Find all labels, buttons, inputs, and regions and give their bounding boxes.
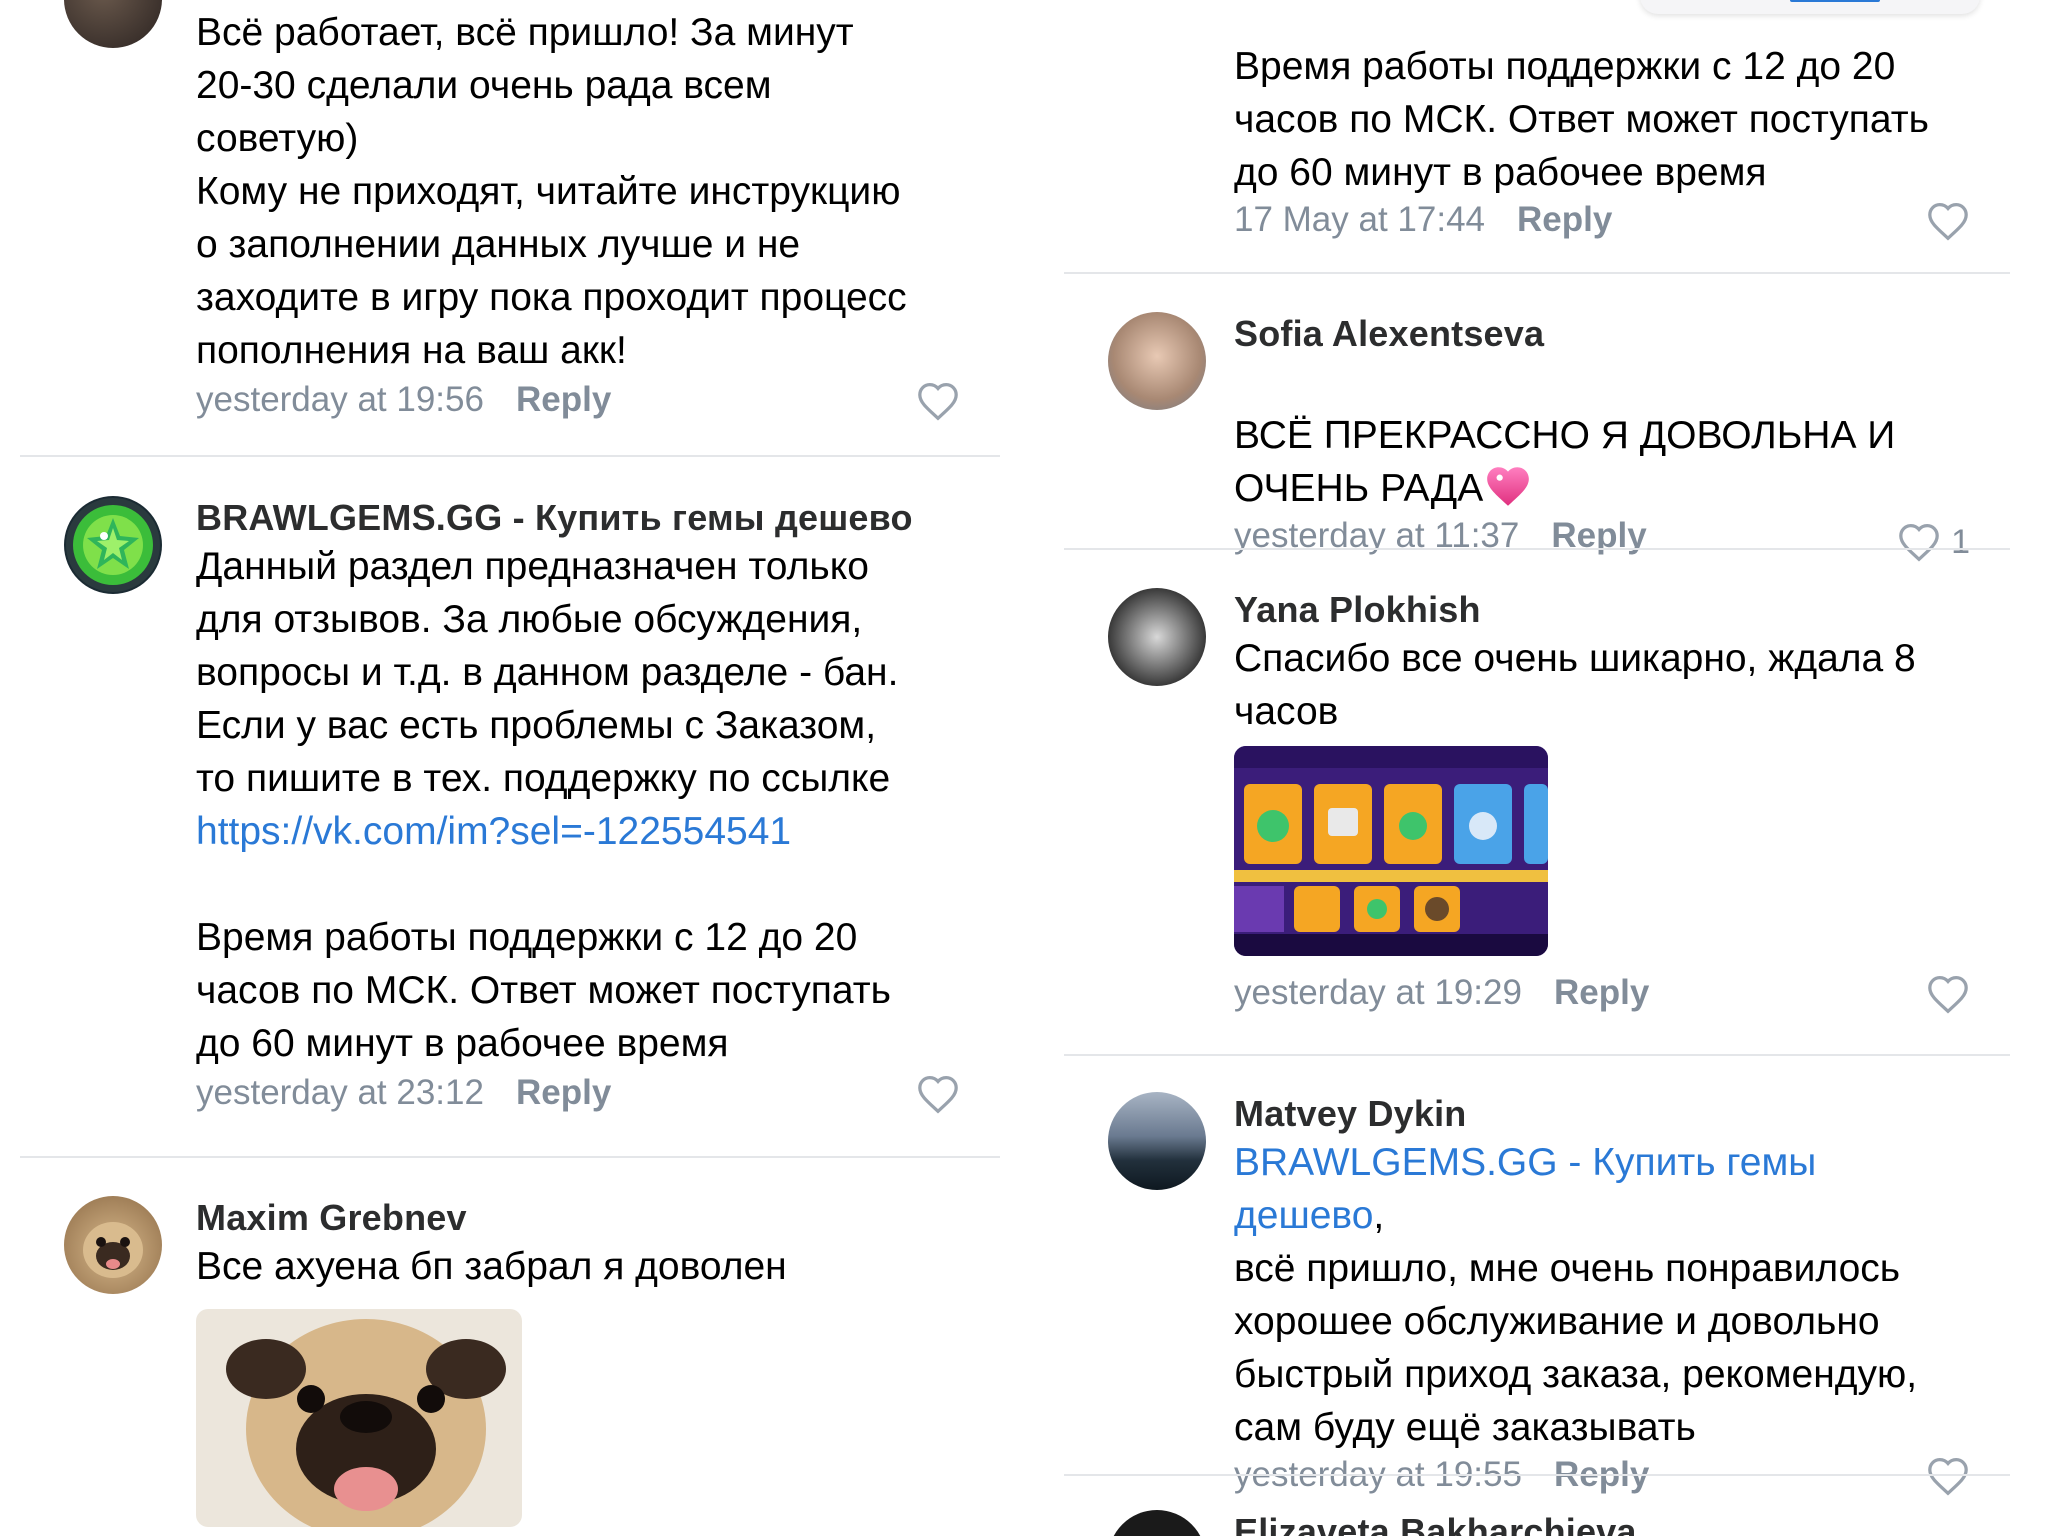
heart-outline-icon bbox=[1928, 975, 1968, 1014]
like-button[interactable] bbox=[916, 381, 960, 421]
sparkling-heart-emoji bbox=[1487, 467, 1530, 506]
heart-outline-icon bbox=[918, 382, 958, 421]
comment-timestamp: yesterday at 23:12 bbox=[196, 1073, 484, 1112]
divider bbox=[20, 1156, 1000, 1158]
mention-link[interactable]: BRAWLGEMS.GG - Купить гемы дешево bbox=[1234, 1141, 1816, 1237]
like-button[interactable] bbox=[1926, 201, 1970, 241]
game-screenshot-photo bbox=[1234, 746, 1548, 956]
floating-card[interactable] bbox=[1640, 0, 1980, 14]
like-button[interactable] bbox=[1926, 974, 1970, 1014]
avatar[interactable] bbox=[64, 0, 162, 48]
like-button[interactable] bbox=[916, 1074, 960, 1114]
reply-button[interactable]: Reply bbox=[1554, 973, 1649, 1012]
comment-text-body: ВСЁ ПРЕКРАССНО Я ДОВОЛЬНА И ОЧЕНЬ РАДА bbox=[1234, 414, 1896, 510]
support-link[interactable]: https://vk.com/im?sel=-122554541 bbox=[196, 805, 960, 858]
comment-text: ВСЁ ПРЕКРАССНО Я ДОВОЛЬНА И ОЧЕНЬ РАДА bbox=[1234, 356, 1970, 515]
avatar[interactable] bbox=[64, 1196, 162, 1294]
reply-button[interactable]: Reply bbox=[516, 1073, 611, 1112]
heart-outline-icon bbox=[1928, 1457, 1968, 1496]
heart-outline-icon bbox=[1928, 202, 1968, 241]
pug-avatar-image bbox=[83, 1222, 143, 1278]
avatar[interactable] bbox=[64, 496, 162, 594]
comment-meta: yesterday at 11:37 Reply 1 bbox=[1234, 511, 1970, 562]
comment-timestamp: yesterday at 19:56 bbox=[196, 380, 484, 419]
comment-author[interactable]: Maxim Grebnev bbox=[196, 1196, 960, 1240]
divider bbox=[1064, 272, 2010, 274]
comment-text: Все ахуена бп забрал я доволен bbox=[196, 1245, 787, 1288]
like-button[interactable]: 1 bbox=[1897, 517, 1970, 567]
reply-button[interactable]: Reply bbox=[516, 380, 611, 419]
comment-text: Данный раздел предназначен только для от… bbox=[196, 545, 899, 800]
like-count: 1 bbox=[1951, 523, 1970, 561]
left-comment-column: Всё работает, всё пришло! За минут 20-30… bbox=[20, 0, 1000, 1536]
comment-text: Спасибо все очень шикарно, ждала 8 часов bbox=[1234, 637, 1916, 733]
avatar[interactable] bbox=[1108, 1092, 1206, 1190]
heart-outline-icon bbox=[918, 1075, 958, 1114]
like-button[interactable] bbox=[1926, 1456, 1970, 1496]
comment-timestamp: yesterday at 19:29 bbox=[1234, 973, 1522, 1012]
comment-text: Всё работает, всё пришло! За минут 20-30… bbox=[196, 11, 907, 372]
comment-author[interactable]: Elizaveta Bakharchieva bbox=[1234, 1510, 1970, 1536]
right-comment-column: Время работы поддержки с 12 до 20 часов … bbox=[1064, 0, 2010, 1536]
avatar[interactable] bbox=[1108, 312, 1206, 410]
divider bbox=[1064, 1474, 2010, 1476]
comment-text-2: Время работы поддержки с 12 до 20 часов … bbox=[196, 916, 891, 1065]
comment-author[interactable]: Sofia Alexentseva bbox=[1234, 312, 1970, 356]
comment-meta: yesterday at 19:29 Reply bbox=[1234, 968, 1970, 1018]
avatar[interactable] bbox=[1108, 1510, 1206, 1536]
comment-meta: 17 May at 17:44 Reply bbox=[1234, 195, 1970, 245]
divider bbox=[1064, 548, 2010, 550]
comment-author[interactable]: Matvey Dykin bbox=[1234, 1092, 1970, 1136]
divider bbox=[1064, 1054, 2010, 1056]
avatar[interactable] bbox=[1108, 588, 1206, 686]
comment-author[interactable]: Yana Plokhish bbox=[1234, 588, 1970, 632]
photo-attachment[interactable] bbox=[1234, 746, 1548, 956]
comment-text: Время работы поддержки с 12 до 20 часов … bbox=[1234, 45, 1929, 194]
comment-timestamp: 17 May at 17:44 bbox=[1234, 200, 1485, 239]
comment-meta: yesterday at 19:56 Reply bbox=[196, 375, 960, 425]
gem-logo-avatar bbox=[66, 498, 160, 592]
heart-outline-icon bbox=[1899, 523, 1939, 562]
pug-photo bbox=[196, 1309, 522, 1527]
reply-button[interactable]: Reply bbox=[1517, 200, 1612, 239]
photo-attachment[interactable] bbox=[196, 1309, 522, 1527]
comment-meta: yesterday at 23:12 Reply bbox=[196, 1068, 960, 1118]
comment-text: BRAWLGEMS.GG - Купить гемы дешево, всё п… bbox=[1234, 1136, 1970, 1454]
comment-author[interactable]: BRAWLGEMS.GG - Купить гемы дешево bbox=[196, 496, 960, 540]
divider bbox=[20, 455, 1000, 457]
